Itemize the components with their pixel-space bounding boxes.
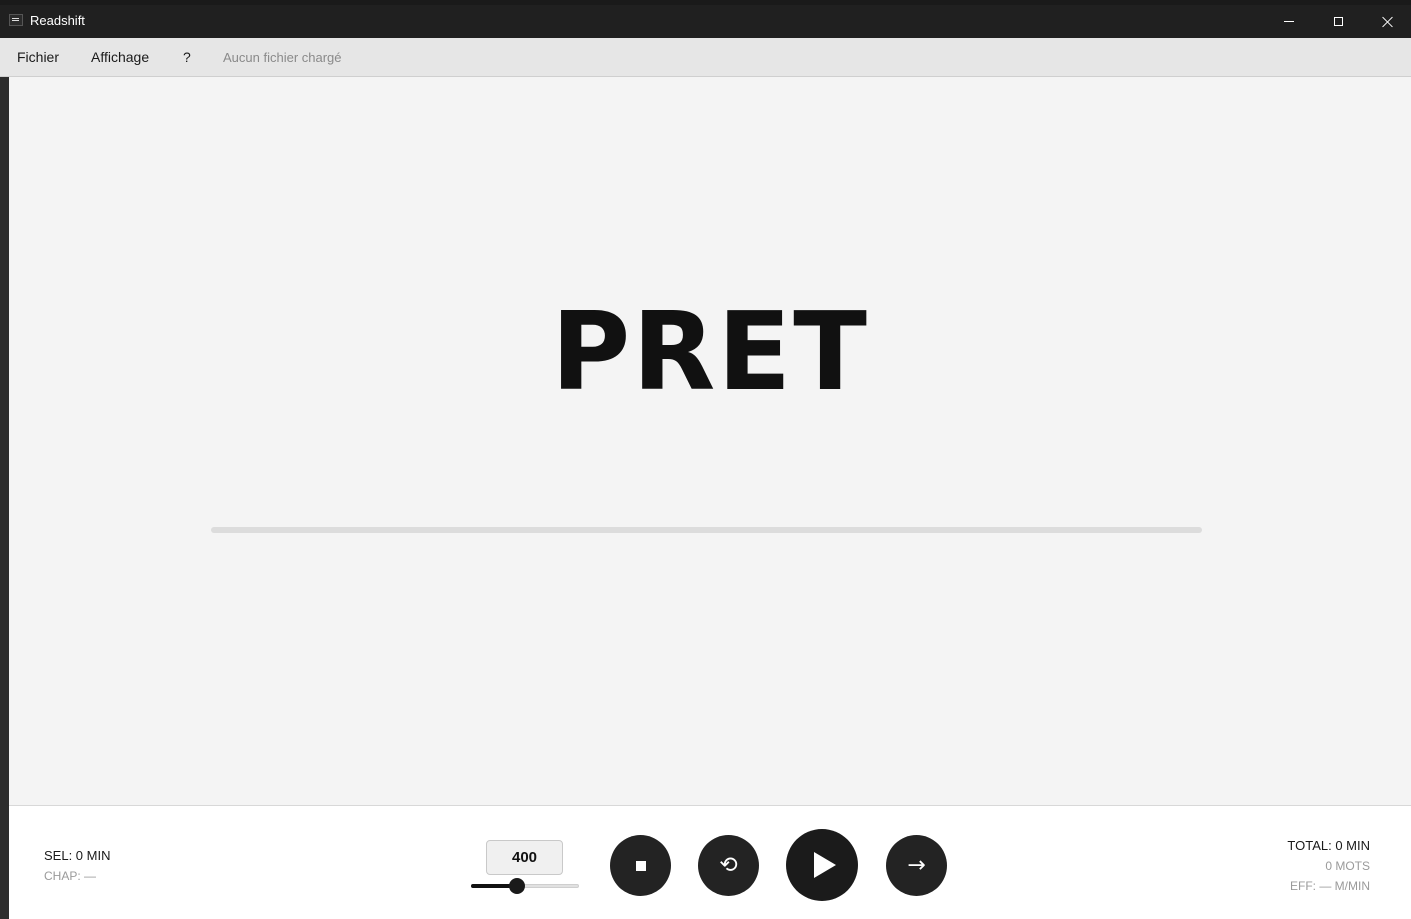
- current-word: PRET: [551, 290, 869, 415]
- reading-progress-bar[interactable]: [211, 527, 1202, 533]
- speed-slider[interactable]: [471, 878, 579, 894]
- stop-icon: [635, 860, 646, 871]
- word-count: 0 MOTS: [1325, 859, 1370, 873]
- title-bar[interactable]: Readshift: [0, 0, 1411, 38]
- effective-speed: EFF: — M/MIN: [1290, 879, 1370, 893]
- restart-icon: ⟲: [719, 852, 738, 878]
- menu-fichier[interactable]: Fichier: [17, 49, 59, 65]
- control-bar: SEL: 0 MIN CHAP: — ⟲ → TOTAL: 0 MIN 0 MO…: [9, 805, 1411, 919]
- menu-bar: Fichier Affichage ? Aucun fichier chargé: [0, 38, 1411, 77]
- total-time: TOTAL: 0 MIN: [1287, 838, 1370, 853]
- speed-slider-thumb[interactable]: [509, 878, 526, 894]
- minimize-button[interactable]: [1265, 5, 1313, 38]
- file-status: Aucun fichier chargé: [223, 50, 342, 65]
- app-icon: [9, 14, 23, 26]
- maximize-icon: [1333, 17, 1343, 26]
- chapter-label: CHAP: —: [44, 869, 97, 883]
- play-icon: [813, 852, 836, 878]
- maximize-button[interactable]: [1314, 5, 1362, 38]
- minimize-icon: [1284, 21, 1294, 22]
- speed-input[interactable]: [486, 840, 563, 875]
- close-button[interactable]: [1364, 5, 1411, 38]
- close-icon: [1382, 16, 1394, 28]
- arrow-right-icon: →: [907, 852, 926, 878]
- selection-time: SEL: 0 MIN: [44, 848, 111, 863]
- stop-button[interactable]: [610, 835, 671, 896]
- reading-area: PRET: [9, 77, 1411, 805]
- window-title: Readshift: [30, 13, 85, 28]
- play-button[interactable]: [786, 829, 858, 901]
- app-window: Readshift Fichier Affichage ? Aucun fich…: [0, 0, 1411, 919]
- menu-help[interactable]: ?: [183, 49, 191, 65]
- next-button[interactable]: →: [886, 835, 947, 896]
- restart-button[interactable]: ⟲: [698, 835, 759, 896]
- menu-affichage[interactable]: Affichage: [91, 49, 149, 65]
- side-strip: [0, 77, 9, 919]
